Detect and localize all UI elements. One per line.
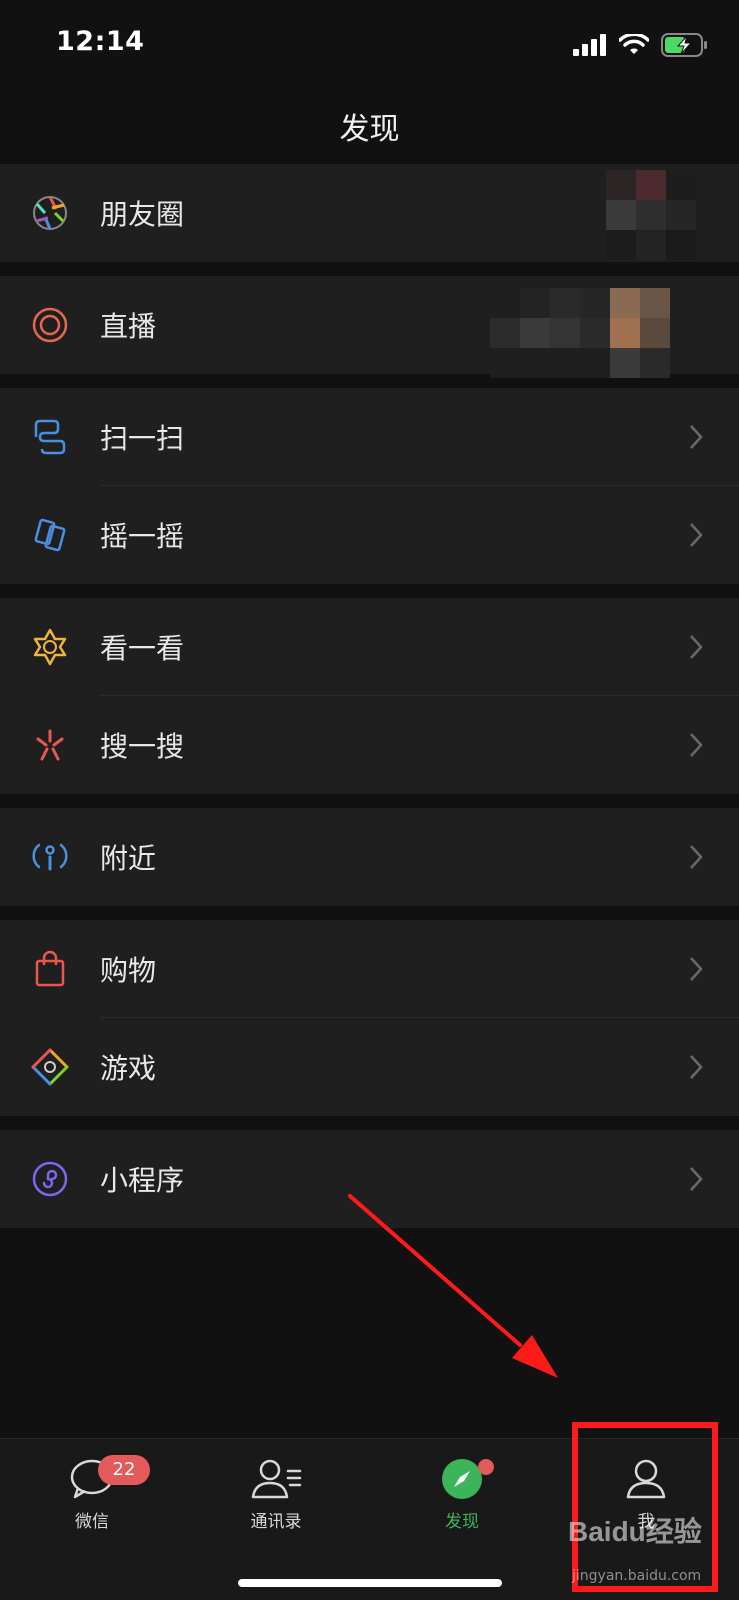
contacts-icon [251,1459,302,1499]
tab-discover[interactable]: 发现 [402,1457,522,1547]
tab-chats[interactable]: 22 微信 [32,1455,152,1547]
annotation-highlight-box [572,1422,718,1592]
tab-label-contacts: 通讯录 [250,1512,302,1532]
watermark-url: jingyan.baidu.com [572,1568,702,1584]
home-indicator[interactable] [238,1579,502,1587]
unread-badge: 22 [98,1455,150,1485]
annotation-arrow [348,1194,558,1378]
tab-label-chats: 微信 [75,1512,109,1532]
tab-label-discover: 发现 [445,1512,479,1532]
tab-contacts[interactable]: 通讯录 [216,1457,336,1547]
watermark-brand: Baidu经验 [568,1516,702,1547]
notification-dot [478,1459,494,1475]
